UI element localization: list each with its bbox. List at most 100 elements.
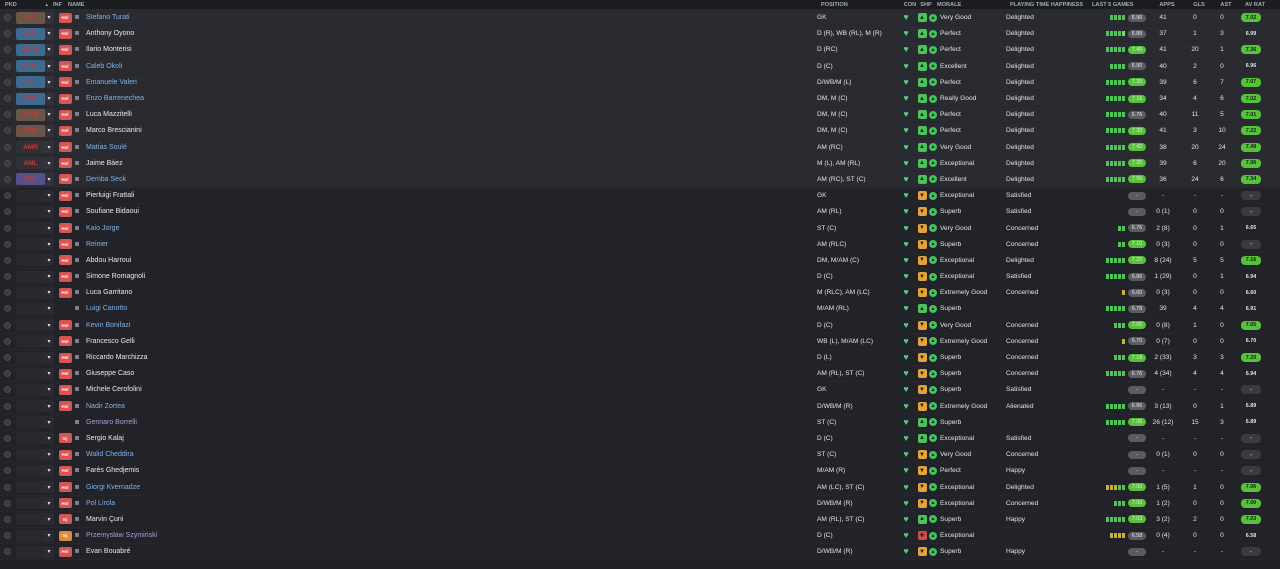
position-selector[interactable]: ▾ — [16, 416, 55, 429]
position-selector[interactable]: ▾ — [16, 400, 55, 413]
table-row[interactable]: ▾ Inj ◙ Marvin Çuni AM (RL), ST (C) ♥ ▲ ▲ Superb… — [0, 511, 1280, 528]
pick-radio[interactable] — [0, 370, 14, 378]
chevron-down-icon[interactable]: ▾ — [44, 173, 54, 186]
table-row[interactable]: ▾ Hol ◙ Farès Ghedjemis M/AM (R) ♥ ▼ ▲ Perfect Ha… — [0, 463, 1280, 480]
player-name-cell[interactable]: ◙ Luca Garritano — [75, 289, 817, 296]
player-name-cell[interactable]: ◙ Enzo Barrenechea — [75, 95, 817, 102]
pick-radio[interactable] — [0, 499, 14, 507]
position-selector[interactable]: DR ▾ — [16, 27, 55, 40]
player-name-cell[interactable]: ◙ Francesco Gelli — [75, 338, 817, 345]
position-box[interactable] — [16, 513, 45, 525]
player-name[interactable]: Kevin Bonifazi — [86, 322, 130, 329]
header-last5[interactable]: LAST 5 GAMES — [1090, 2, 1150, 8]
position-selector[interactable]: ▾ — [16, 222, 55, 235]
position-selector[interactable]: DCR ▾ — [16, 43, 55, 56]
player-name-cell[interactable]: ◙ Walid Cheddira — [75, 451, 817, 458]
table-row[interactable]: MCL ▾ Hol ◙ Marco Brescianini DM, M (C) ♥ ▲ ▲ Per… — [0, 123, 1280, 140]
player-name-cell[interactable]: ◙ Luigi Canotto — [75, 305, 817, 312]
player-name-cell[interactable]: ◙ Demba Seck — [75, 176, 817, 183]
chevron-down-icon[interactable]: ▾ — [44, 545, 54, 558]
table-row[interactable]: ▾ Hol ◙ Giorgi Kvernadze AM (LC), ST (C) ♥ ▼ ▲ E… — [0, 479, 1280, 496]
position-box[interactable] — [16, 384, 45, 396]
player-name[interactable]: Marvin Çuni — [86, 516, 123, 523]
pick-radio[interactable] — [0, 321, 14, 329]
status-badge[interactable]: Hol — [58, 320, 72, 331]
pick-radio[interactable] — [0, 143, 14, 151]
chevron-down-icon[interactable]: ▾ — [44, 432, 54, 445]
chevron-down-icon[interactable]: ▾ — [44, 335, 54, 348]
position-selector[interactable]: DL ▾ — [16, 76, 55, 89]
table-row[interactable]: DM ▾ Hol ◙ Enzo Barrenechea DM, M (C) ♥ ▲ ▲ Reall… — [0, 90, 1280, 108]
position-selector[interactable]: ▾ — [16, 383, 55, 396]
table-row[interactable]: ▾ Hol ◙ Walid Cheddira ST (C) ♥ ▼ ▲ Very Good Con… — [0, 447, 1280, 464]
player-name[interactable]: Luca Mazzitelli — [86, 111, 132, 118]
chevron-down-icon[interactable]: ▾ — [44, 481, 54, 494]
chevron-down-icon[interactable]: ▾ — [44, 351, 54, 364]
player-name[interactable]: Evan Bouabré — [86, 548, 130, 555]
status-badge[interactable]: Inj — [58, 530, 72, 541]
position-box[interactable]: DCR — [16, 43, 45, 56]
player-name[interactable]: Soufiane Bidaoui — [86, 208, 139, 215]
player-name[interactable]: Simone Romagnoli — [86, 273, 145, 280]
player-name-cell[interactable]: ◙ Pol Lirola — [75, 500, 817, 507]
player-name-cell[interactable]: ◙ Pierluigi Frattali — [75, 192, 817, 199]
position-selector[interactable]: ▾ — [16, 529, 55, 542]
position-box[interactable] — [16, 190, 45, 202]
table-row[interactable]: DCR ▾ Hol ◙ Ilario Monterisi D (RC) ♥ ▲ ▲ Perfect… — [0, 42, 1280, 59]
status-badge[interactable]: Hol — [58, 271, 72, 282]
pick-radio[interactable] — [0, 434, 14, 442]
chevron-down-icon[interactable]: ▾ — [44, 238, 54, 251]
status-badge[interactable]: Hol — [58, 174, 72, 185]
position-box[interactable] — [16, 546, 45, 558]
status-badge[interactable]: Hol — [58, 368, 72, 379]
chevron-down-icon[interactable]: ▾ — [44, 286, 54, 299]
status-badge[interactable]: Hol — [58, 206, 72, 217]
chevron-down-icon[interactable]: ▾ — [44, 302, 54, 315]
status-badge[interactable]: Hol — [58, 223, 72, 234]
player-name[interactable]: Demba Seck — [86, 176, 126, 183]
position-selector[interactable]: ▾ — [16, 464, 55, 477]
chevron-down-icon[interactable]: ▾ — [44, 43, 54, 56]
position-selector[interactable]: DM ▾ — [16, 92, 55, 105]
position-box[interactable] — [16, 530, 45, 542]
position-box[interactable] — [16, 432, 45, 444]
table-row[interactable]: STC ▾ Hol ◙ Demba Seck AM (RC), ST (C) ♥ ▲ ▲ Exce… — [0, 171, 1280, 189]
player-name[interactable]: Enzo Barrenechea — [86, 95, 144, 102]
status-badge[interactable]: Hol — [58, 142, 72, 153]
player-name-cell[interactable]: ◙ Emanuele Valeri — [75, 79, 817, 86]
position-selector[interactable]: ▾ — [16, 513, 55, 526]
chevron-down-icon[interactable]: ▾ — [44, 92, 54, 105]
player-name[interactable]: Luca Garritano — [86, 289, 132, 296]
player-name-cell[interactable]: ◙ Michele Cerofolini — [75, 386, 817, 393]
table-row[interactable]: ▾ Hol ◙ Kaio Jorge ST (C) ♥ ▼ ▲ Very Good Concern… — [0, 220, 1280, 237]
chevron-down-icon[interactable]: ▾ — [44, 76, 54, 89]
table-row[interactable]: ▾ Hol ◙ Abdou Harroui DM, M/AM (C) ♥ ▼ ▲ Excepti… — [0, 252, 1280, 269]
position-selector[interactable]: ▾ — [16, 254, 55, 267]
status-badge[interactable]: Hol — [58, 109, 72, 120]
pick-radio[interactable] — [0, 548, 14, 556]
pick-radio[interactable] — [0, 224, 14, 232]
player-name-cell[interactable]: ◙ Caleb Okoli — [75, 63, 817, 70]
table-row[interactable]: ▾ Hol ◙ Evan Bouabré D/WB/M (R) ♥ ▼ ▲ Superb Happ… — [0, 544, 1280, 561]
chevron-down-icon[interactable]: ▾ — [44, 464, 54, 477]
player-name[interactable]: Gennaro Borrelli — [86, 419, 137, 426]
header-pth[interactable]: PLAYING TIME HAPPINESS — [1010, 2, 1090, 8]
player-name-cell[interactable]: ◙ Gennaro Borrelli — [75, 419, 817, 426]
position-box[interactable]: DL — [16, 76, 45, 89]
pick-radio[interactable] — [0, 192, 14, 200]
chevron-down-icon[interactable]: ▾ — [44, 416, 54, 429]
header-inf[interactable]: INF — [53, 2, 68, 8]
header-ast[interactable]: AST — [1214, 2, 1238, 8]
status-badge[interactable]: Hol — [58, 498, 72, 509]
player-name-cell[interactable]: ◙ Matías Soulé — [75, 144, 817, 151]
table-row[interactable]: GK ▾ Hol ◙ Stefano Turati GK ♥ ▲ ▲ Very Good Delig… — [0, 10, 1280, 27]
position-selector[interactable]: ▾ — [16, 335, 55, 348]
pick-radio[interactable] — [0, 95, 14, 103]
player-name-cell[interactable]: ◙ Evan Bouabré — [75, 548, 817, 555]
position-box[interactable] — [16, 206, 45, 218]
chevron-down-icon[interactable]: ▾ — [44, 60, 54, 73]
chevron-down-icon[interactable]: ▾ — [44, 270, 54, 283]
position-box[interactable] — [16, 465, 45, 477]
header-con[interactable]: CON — [901, 2, 919, 8]
chevron-down-icon[interactable]: ▾ — [44, 27, 54, 40]
